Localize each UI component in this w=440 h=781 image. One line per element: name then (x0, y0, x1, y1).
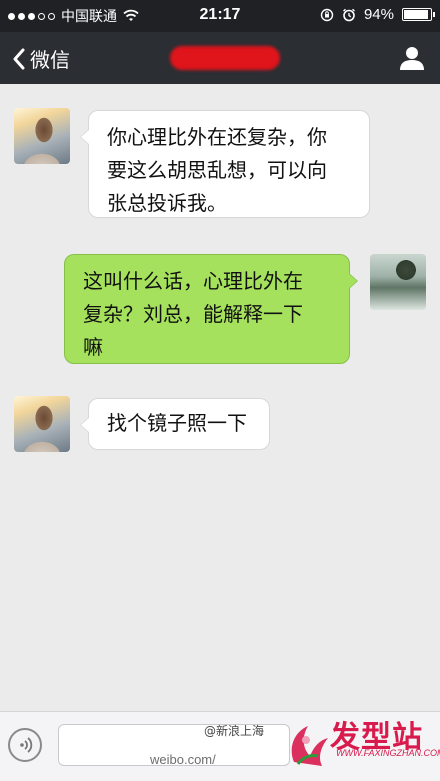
status-bar: 中国联通 21:17 94% (0, 0, 440, 32)
battery-percent: 94% (363, 6, 394, 23)
sina-watermark: @新浪上海 (204, 724, 265, 738)
avatar[interactable] (14, 108, 70, 164)
message-bubble-outgoing[interactable]: 这叫什么话，心理比外在 复杂？刘总，能解释一下 嘛 (64, 254, 358, 364)
rotation-lock-icon (320, 8, 334, 21)
weibo-watermark: weibo.com/ (150, 752, 216, 767)
person-icon[interactable] (398, 44, 426, 72)
nav-bar: 微信 (0, 32, 440, 84)
message-bubble-incoming[interactable]: 找个镜子照一下 (80, 398, 270, 450)
chat-area[interactable]: 你心理比外在还复杂，你 要这么胡思乱想，可以向 张总投诉我。 这叫什么话，心理比… (0, 84, 440, 711)
voice-icon (20, 737, 33, 753)
alarm-icon (343, 8, 355, 21)
voice-button[interactable] (8, 728, 42, 762)
logo-url: WWW.FAXINGZHAN.COM (336, 748, 440, 758)
chevron-left-icon (13, 48, 25, 69)
back-label: 微信 (30, 48, 70, 72)
chat-title-redacted (170, 46, 280, 70)
avatar[interactable] (370, 254, 426, 310)
battery-icon (402, 8, 435, 21)
status-right: 94% (320, 6, 435, 23)
avatar[interactable] (14, 396, 70, 452)
back-button[interactable]: 微信 (12, 44, 70, 73)
message-bubble-incoming[interactable]: 你心理比外在还复杂，你 要这么胡思乱想，可以向 张总投诉我。 (80, 110, 370, 218)
